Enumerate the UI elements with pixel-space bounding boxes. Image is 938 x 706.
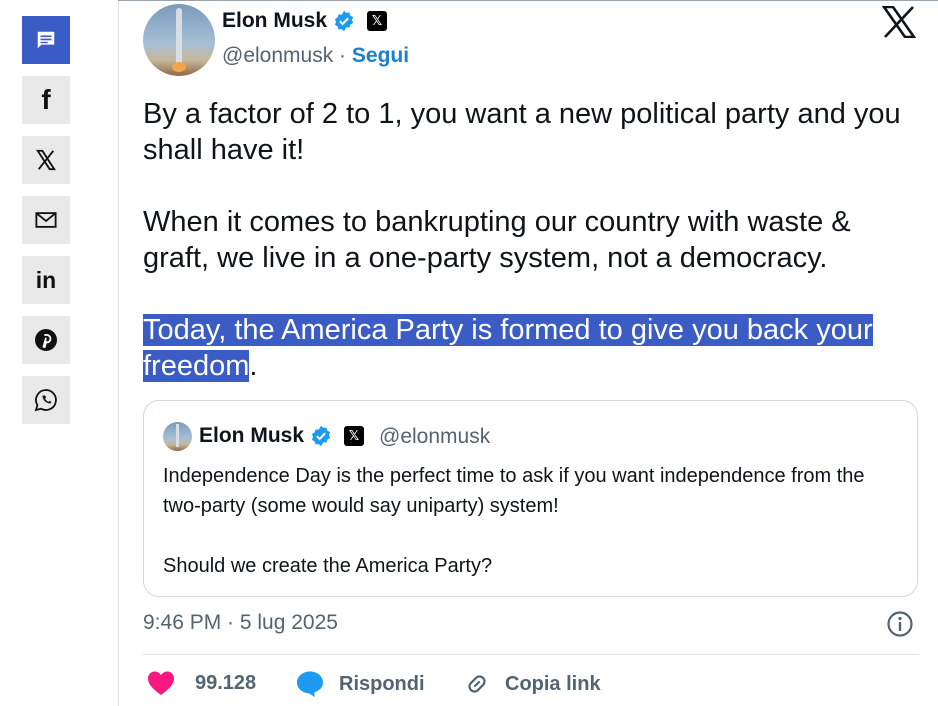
handle-separator: · [339, 44, 347, 67]
linkedin-icon: in [35, 266, 57, 293]
x-icon [36, 149, 56, 171]
share-sidebar: f in [0, 0, 119, 706]
x-share-button[interactable] [22, 136, 70, 184]
reply-label: Rispondi [339, 672, 425, 695]
facebook-share-button[interactable]: f [22, 76, 70, 124]
reply-button[interactable]: Rispondi [295, 670, 425, 698]
quoted-tweet-body: Independence Day is the perfect time to … [163, 461, 883, 611]
mail-share-button[interactable] [22, 196, 70, 244]
x-affiliation-badge-icon: 𝕏 [367, 11, 388, 31]
speech-bubble-icon [297, 671, 323, 697]
tweet-timestamp[interactable]: 9:46 PM · 5 lug 2025 [143, 611, 338, 635]
whatsapp-icon [34, 389, 57, 412]
verified-badge-icon [334, 10, 354, 32]
embedded-tweet: Elon Musk 𝕏 @elonmusk · Segui By a facto… [143, 0, 919, 706]
comment-icon [37, 31, 55, 49]
whatsapp-share-button[interactable] [22, 376, 70, 424]
quoted-author-row: Elon Musk 𝕏 [199, 424, 365, 448]
heart-icon [148, 671, 174, 695]
x-logo-icon[interactable] [882, 6, 916, 38]
copy-link-button[interactable]: Copia link [463, 670, 601, 698]
avatar[interactable] [143, 4, 215, 76]
quoted-author-handle: @elonmusk [379, 425, 491, 448]
tweet-paragraph-highlighted: Today, the America Party is formed to gi… [143, 312, 919, 384]
tweet-paragraph: By a factor of 2 to 1, you want a new po… [143, 98, 901, 166]
actions-divider [143, 654, 919, 655]
pinterest-icon [35, 329, 57, 351]
info-icon[interactable] [886, 610, 914, 638]
comment-share-button[interactable] [22, 16, 70, 64]
author-name-row: Elon Musk 𝕏 [222, 9, 388, 33]
tweet-body: By a factor of 2 to 1, you want a new po… [143, 96, 919, 420]
tweet-paragraph: When it comes to bankrupting our country… [143, 206, 851, 274]
quoted-author-name: Elon Musk [199, 424, 305, 447]
quoted-avatar [163, 422, 192, 451]
tweet-actions: 99.128 Rispondi Copia link [143, 670, 919, 704]
likes-count: 99.128 [195, 671, 257, 694]
paragraph-tail: . [249, 350, 258, 382]
verified-badge-icon [311, 425, 331, 447]
link-icon [468, 675, 486, 693]
facebook-icon: f [41, 84, 51, 115]
handle-row: @elonmusk · Segui [222, 44, 409, 68]
linkedin-share-button[interactable]: in [22, 256, 70, 304]
pinterest-share-button[interactable] [22, 316, 70, 364]
author-name[interactable]: Elon Musk [222, 9, 327, 33]
x-affiliation-badge-icon: 𝕏 [344, 426, 365, 446]
like-button[interactable]: 99.128 [147, 670, 256, 696]
quoted-tweet[interactable]: Elon Musk 𝕏 @elonmusk Independence Day i… [143, 400, 918, 597]
author-handle[interactable]: @elonmusk [222, 44, 333, 67]
mail-icon [35, 212, 57, 228]
copy-link-label: Copia link [505, 672, 601, 695]
follow-button[interactable]: Segui [352, 44, 409, 67]
quoted-paragraph: Should we create the America Party? [163, 555, 493, 577]
quoted-paragraph: Independence Day is the perfect time to … [163, 465, 865, 517]
